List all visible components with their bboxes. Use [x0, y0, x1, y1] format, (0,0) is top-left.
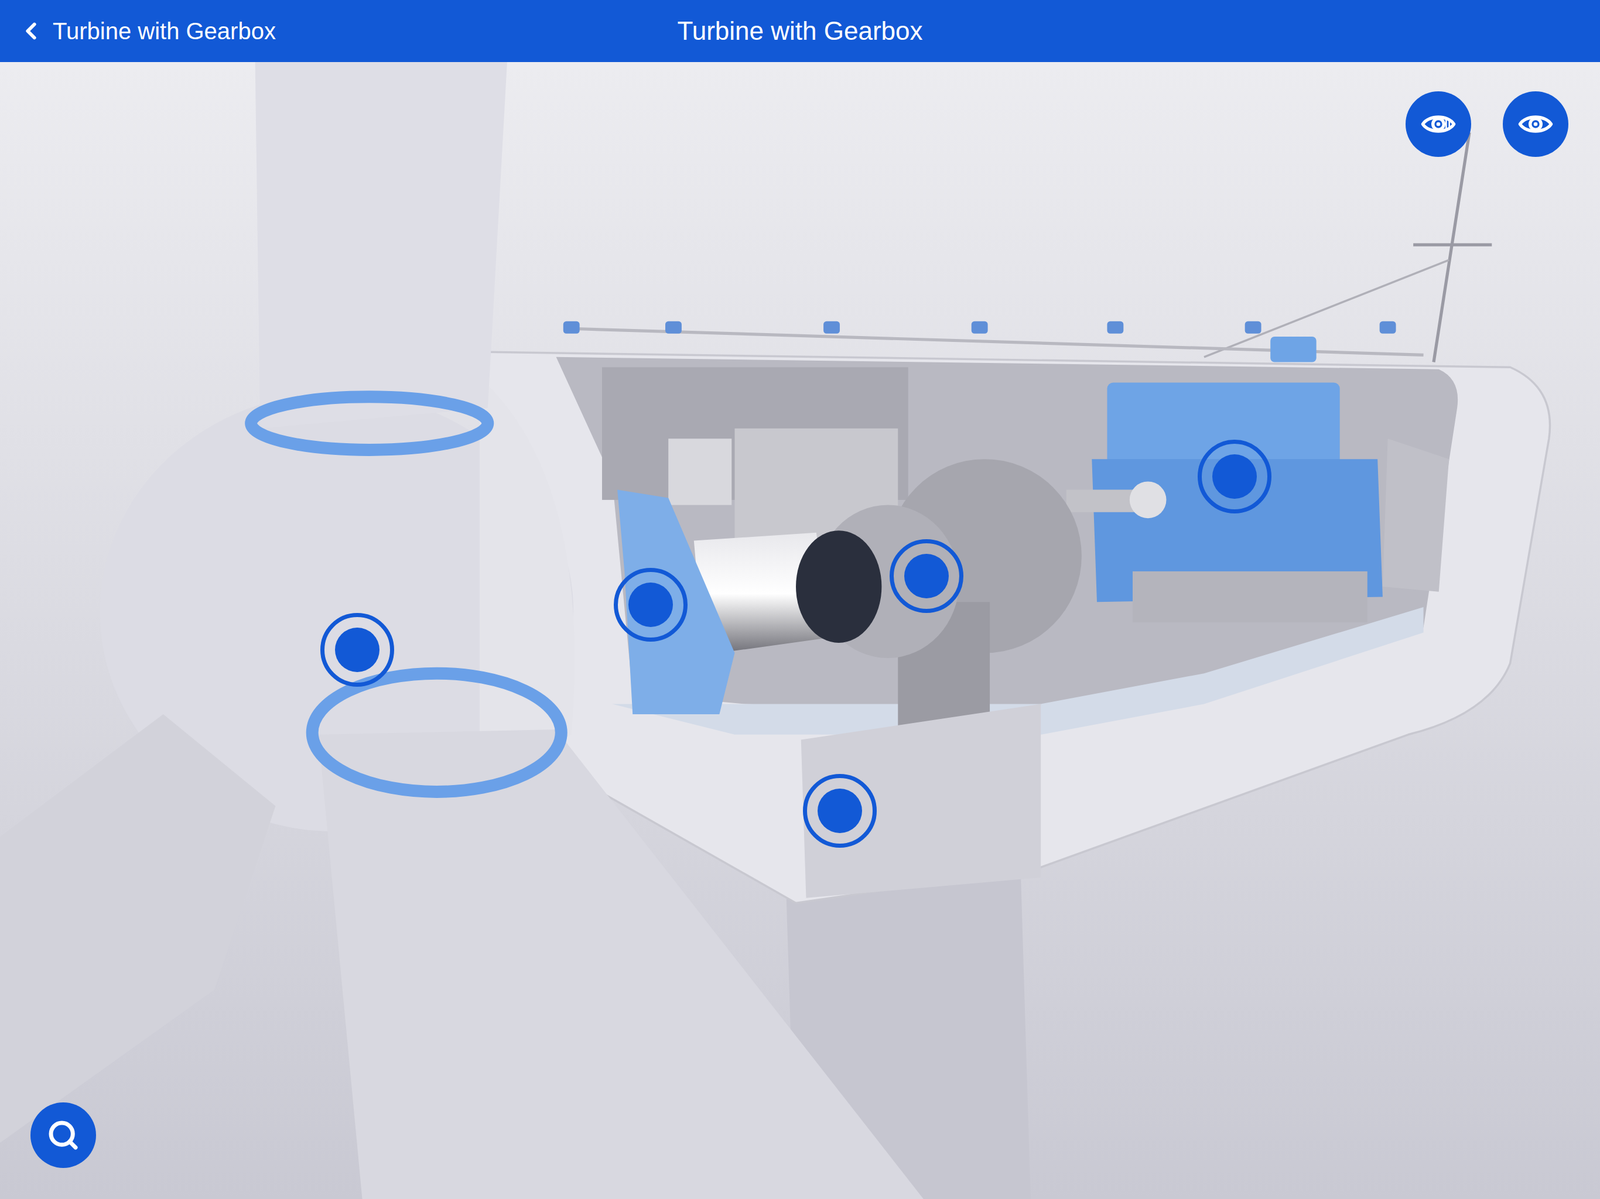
- hotspot-button[interactable]: [1197, 439, 1272, 514]
- search-button[interactable]: [30, 1102, 97, 1169]
- hotspot-dot: [334, 627, 380, 673]
- turbine-render[interactable]: [0, 62, 1600, 1199]
- model-canvas[interactable]: [0, 62, 1600, 1199]
- xray-view-button[interactable]: [1405, 91, 1472, 157]
- back-label: Turbine with Gearbox: [52, 13, 276, 49]
- header-bar: Turbine with Gearbox Turbine with Gearbox: [0, 0, 1600, 63]
- page-title: Turbine with Gearbox: [677, 11, 923, 51]
- eye-icon: [1419, 105, 1458, 143]
- search-icon: [46, 1119, 80, 1152]
- back-button[interactable]: Turbine with Gearbox: [17, 13, 276, 49]
- view-button[interactable]: [1502, 91, 1569, 157]
- hotspot-dot: [1212, 454, 1257, 499]
- hotspot-dot: [628, 582, 673, 628]
- hotspot-dot: [904, 554, 949, 599]
- hotspot-button[interactable]: [802, 774, 877, 849]
- chevron-left-icon: [17, 17, 45, 45]
- hotspot-button[interactable]: [320, 613, 395, 687]
- app-screen: Turbine with Gearbox Turbine with Gearbox: [0, 0, 1600, 1199]
- hotspot-button[interactable]: [613, 568, 688, 642]
- hotspot-button[interactable]: [889, 539, 964, 614]
- eye-icon: [1516, 105, 1555, 143]
- hotspot-dot: [817, 788, 863, 834]
